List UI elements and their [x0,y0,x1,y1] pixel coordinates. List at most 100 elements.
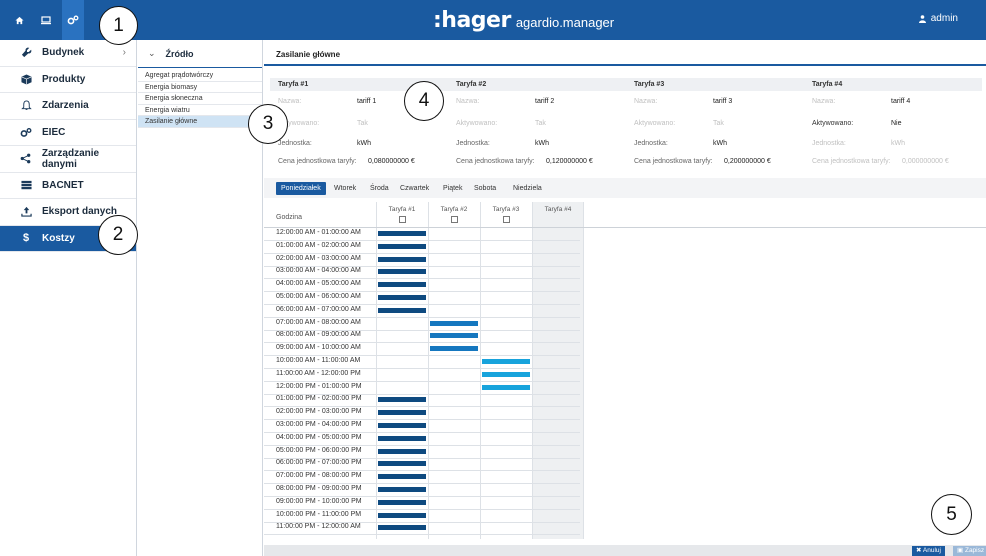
tariff-bar-1[interactable] [378,269,426,275]
nav-item-zarzadzanie-danymi[interactable]: Zarządzanie danymi [0,146,136,173]
user-icon [918,14,926,23]
tariff-bar-1[interactable] [378,487,426,492]
tariff-column-2: Taryfa #2 [428,206,480,223]
hour-label: 03:00:00 AM - 04:00:00 AM [276,267,361,275]
box-icon [18,74,34,85]
wrench-icon [18,47,34,58]
hour-label: 05:00:00 PM - 06:00:00 PM [276,446,362,454]
tab-poniedzialek[interactable]: Poniedziałek [276,182,326,195]
tariff-name[interactable]: tariff 1 [357,98,376,105]
select-all-checkbox[interactable] [450,216,458,223]
source-item-wiatr[interactable]: Energia wiatru [138,105,262,116]
chevron-right-icon: › [122,47,126,58]
tariff-active[interactable]: Tak [535,120,546,127]
nav-item-bacnet[interactable]: BACNET [0,173,136,199]
tariff-bar-1[interactable] [378,243,426,249]
tab-niedziela[interactable]: Niedziela [508,182,547,195]
tariff-bar-2[interactable] [430,320,478,326]
callout-2: 2 [98,215,138,255]
tariff-bar-1[interactable] [378,448,426,454]
hour-label: 06:00:00 PM - 07:00:00 PM [276,459,362,467]
tab-sroda[interactable]: Środa [365,182,394,195]
hour-label: 04:00:00 PM - 05:00:00 PM [276,433,362,441]
monitor-icon[interactable] [35,0,57,40]
source-item-sloneczna[interactable]: Energia słoneczna [138,93,262,105]
source-item-biomasa[interactable]: Energia biomasy [138,82,262,93]
tariff-price[interactable]: 0,120000000 € [546,158,593,165]
nav-label: Eksport danych [42,206,118,218]
schedule-row: 05:00:00 PM - 06:00:00 PM [264,446,580,459]
tariff-bar-2[interactable] [430,333,478,339]
tariff-bar-1[interactable] [378,282,426,288]
home-icon[interactable] [8,0,30,40]
tariff-bar-1[interactable] [378,423,426,428]
tariff-bar-3[interactable] [482,384,530,390]
schedule-row: 05:00:00 AM - 06:00:00 AM [264,292,580,305]
tariff-price[interactable]: 0,000000000 € [902,158,949,165]
tariff-header: Taryfa #3 [626,78,804,91]
tariff-price[interactable]: 0,200000000 € [724,158,771,165]
gears-icon[interactable] [62,0,84,40]
tariff-bar-2[interactable] [430,346,478,352]
schedule-row: 07:00:00 AM - 08:00:00 AM [264,318,580,331]
tariff-price[interactable]: 0,080000000 € [368,158,415,165]
schedule-row: 04:00:00 AM - 05:00:00 AM [264,279,580,293]
tariff-bar-1[interactable] [378,397,426,403]
tariff-active[interactable]: Tak [713,120,724,127]
nav-item-zdarzenia[interactable]: Zdarzenia [0,93,136,120]
tab-wtorek[interactable]: Wtorek [329,182,361,195]
tariff-bar-1[interactable] [378,435,426,441]
tariff-bar-1[interactable] [378,512,426,518]
tariff-active[interactable]: Tak [357,120,368,127]
source-item-zasilanie-glowne[interactable]: Zasilanie główne [138,116,262,128]
tariff-unit[interactable]: kWh [891,140,905,147]
tariff-unit[interactable]: kWh [535,140,549,147]
tariff-bar-1[interactable] [378,461,426,467]
tariff-bar-1[interactable] [378,295,426,300]
tab-czwartek[interactable]: Czwartek [395,182,434,195]
tariff-column-3: Taryfa #3 [480,206,532,223]
unit-label: Jednostka: [634,140,668,147]
gears-icon [18,127,34,138]
schedule-row: 03:00:00 AM - 04:00:00 AM [264,266,580,280]
column-label: Taryfa #1 [388,206,416,213]
source-header[interactable]: ⌄ Źródło [138,40,262,68]
nav-label: Produkty [42,73,86,85]
select-all-checkbox[interactable] [502,216,510,223]
page-title: Zasilanie główne [264,40,986,66]
save-icon: ▣ [957,547,964,554]
tariff-unit[interactable]: kWh [713,140,727,147]
brand-name: :hager [433,8,511,33]
nav-item-produkty[interactable]: Produkty [0,67,136,93]
tariff-bar-3[interactable] [482,359,530,364]
save-button[interactable]: ▣ Zapisz [953,546,986,556]
server-icon [18,180,34,190]
tariff-bar-1[interactable] [378,474,426,480]
tab-piatek[interactable]: Piątek [438,182,467,195]
tariff-unit[interactable]: kWh [357,140,371,147]
schedule-row: 09:00:00 AM - 10:00:00 AM [264,343,580,357]
source-title: Źródło [165,48,194,59]
tab-sobota[interactable]: Sobota [469,182,501,195]
tariff-bar-1[interactable] [378,499,426,505]
source-item-agregat[interactable]: Agregat prądotwórczy [138,70,262,82]
tariff-bar-1[interactable] [378,307,426,313]
tariff-bar-1[interactable] [378,256,426,262]
tariff-active[interactable]: Nie [891,120,902,127]
price-label: Cena jednostkowa taryfy: [456,158,535,165]
tariff-header: Taryfa #4 [804,78,982,91]
user-menu[interactable]: admin [918,13,958,24]
cancel-button[interactable]: ✖ Anuluj [912,546,945,556]
tariff-bar-3[interactable] [482,371,530,377]
schedule-row: 11:00:00 AM - 12:00:00 PM [264,369,580,382]
tariff-name[interactable]: tariff 4 [891,98,910,105]
hour-label: 09:00:00 PM - 10:00:00 PM [276,497,362,505]
tariff-name[interactable]: tariff 2 [535,98,554,105]
tariff-bar-1[interactable] [378,231,426,236]
nav-item-eiec[interactable]: EIEC [0,120,136,146]
tariff-bar-1[interactable] [378,410,426,416]
tariff-bar-1[interactable] [378,525,426,531]
tariff-name[interactable]: tariff 3 [713,98,732,105]
select-all-checkbox[interactable] [398,216,406,223]
callout-1: 1 [99,6,138,45]
